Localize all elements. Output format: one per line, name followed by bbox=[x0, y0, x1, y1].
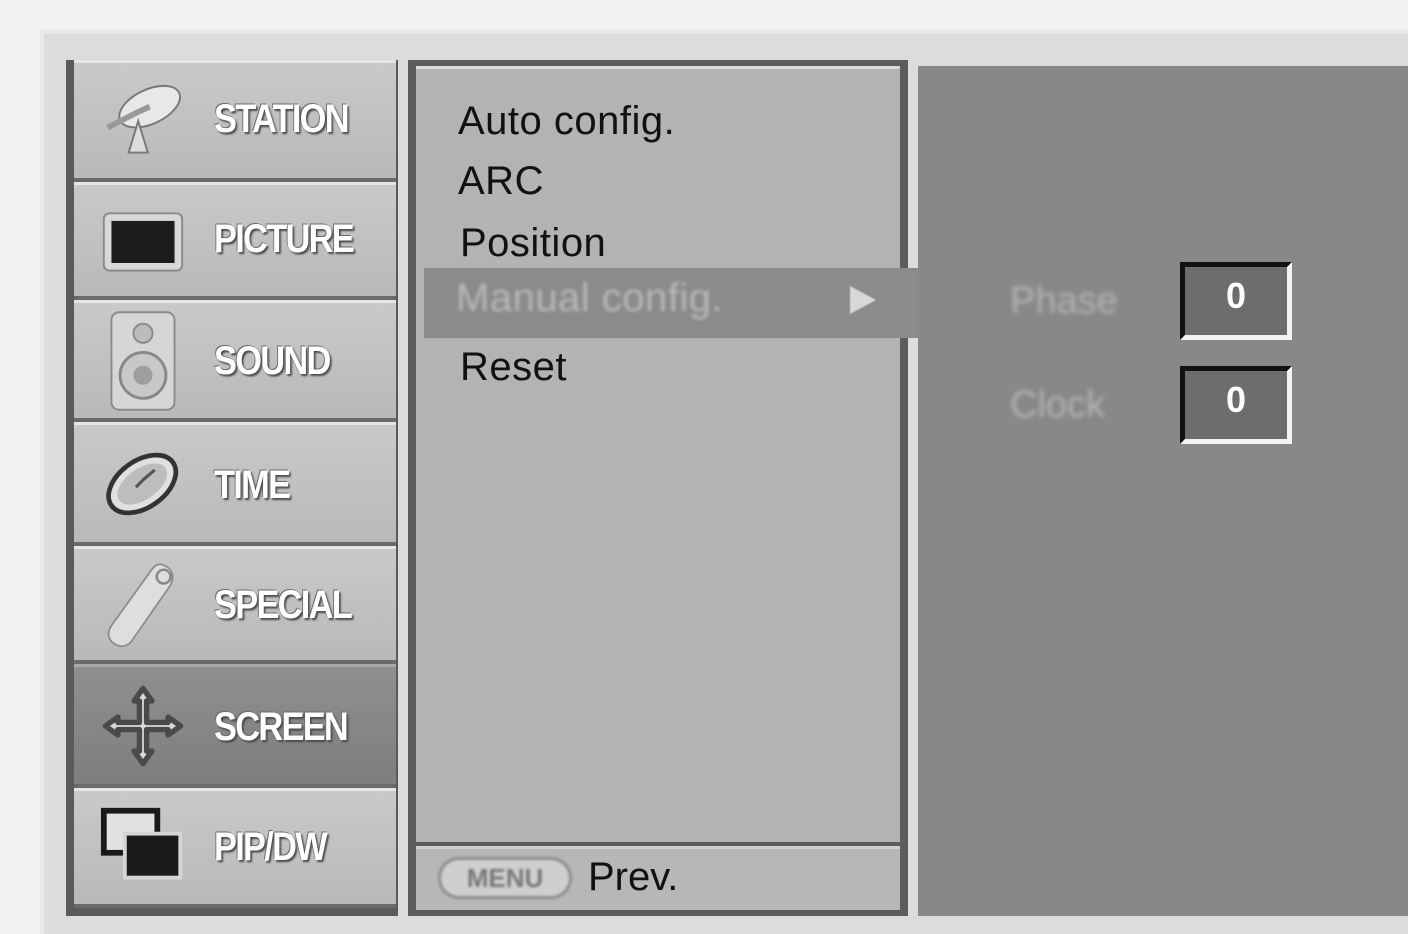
phase-value: 0 bbox=[1225, 275, 1247, 316]
sidebar-item-label: STATION bbox=[214, 97, 350, 141]
clock-label: Clock bbox=[1010, 384, 1106, 426]
remote-control-icon bbox=[100, 562, 186, 648]
sidebar-item-label: TIME bbox=[214, 463, 291, 507]
move-arrows-icon bbox=[100, 683, 186, 769]
screen-submenu: Auto config. ARC Position Reset MENU Pre… bbox=[408, 60, 908, 916]
sidebar-item-sound[interactable]: SOUND bbox=[74, 300, 396, 422]
sidebar-item-label: PICTURE bbox=[214, 217, 355, 261]
menu-item-position[interactable]: Position bbox=[460, 221, 606, 266]
menu-item-reset[interactable]: Reset bbox=[460, 345, 567, 390]
submenu-footer: MENU Prev. bbox=[416, 846, 900, 910]
sidebar-item-picture[interactable]: PICTURE bbox=[74, 182, 396, 300]
pip-windows-icon bbox=[100, 805, 186, 891]
settings-panel: Phase 0 Clock 0 bbox=[918, 66, 1408, 916]
menu-item-manual-config[interactable]: Manual config. bbox=[456, 276, 723, 321]
sidebar-item-special[interactable]: SPECIAL bbox=[74, 546, 396, 664]
submenu-arrow-icon bbox=[850, 286, 876, 314]
menu-key-button[interactable]: MENU bbox=[438, 857, 572, 899]
main-menu-sidebar: STATION PICTURE SOUND TIME SPECIAL SCREE… bbox=[66, 60, 398, 916]
clock-value: 0 bbox=[1225, 379, 1247, 420]
sidebar-item-time[interactable]: TIME bbox=[74, 422, 396, 546]
sidebar-item-pip-dw[interactable]: PIP/DW bbox=[74, 788, 396, 908]
menu-item-auto-config[interactable]: Auto config. bbox=[458, 99, 675, 144]
phase-label: Phase bbox=[1010, 280, 1118, 322]
menu-item-arc[interactable]: ARC bbox=[458, 159, 544, 204]
phase-value-box[interactable]: 0 bbox=[1180, 262, 1292, 340]
speaker-icon bbox=[100, 310, 186, 411]
prev-label: Prev. bbox=[588, 855, 679, 899]
submenu-panel: Auto config. ARC Position Reset bbox=[416, 66, 900, 842]
sidebar-item-label: SOUND bbox=[214, 339, 331, 383]
clock-value-box[interactable]: 0 bbox=[1180, 366, 1292, 444]
satellite-dish-icon bbox=[100, 78, 186, 164]
tv-screen-icon bbox=[100, 198, 186, 284]
sidebar-item-label: PIP/DW bbox=[214, 825, 328, 869]
sidebar-item-station[interactable]: STATION bbox=[74, 60, 396, 182]
sidebar-item-label: SCREEN bbox=[214, 705, 349, 749]
sidebar-item-screen[interactable]: SCREEN bbox=[74, 664, 396, 788]
sidebar-item-label: SPECIAL bbox=[214, 583, 353, 627]
clock-icon bbox=[100, 441, 186, 527]
